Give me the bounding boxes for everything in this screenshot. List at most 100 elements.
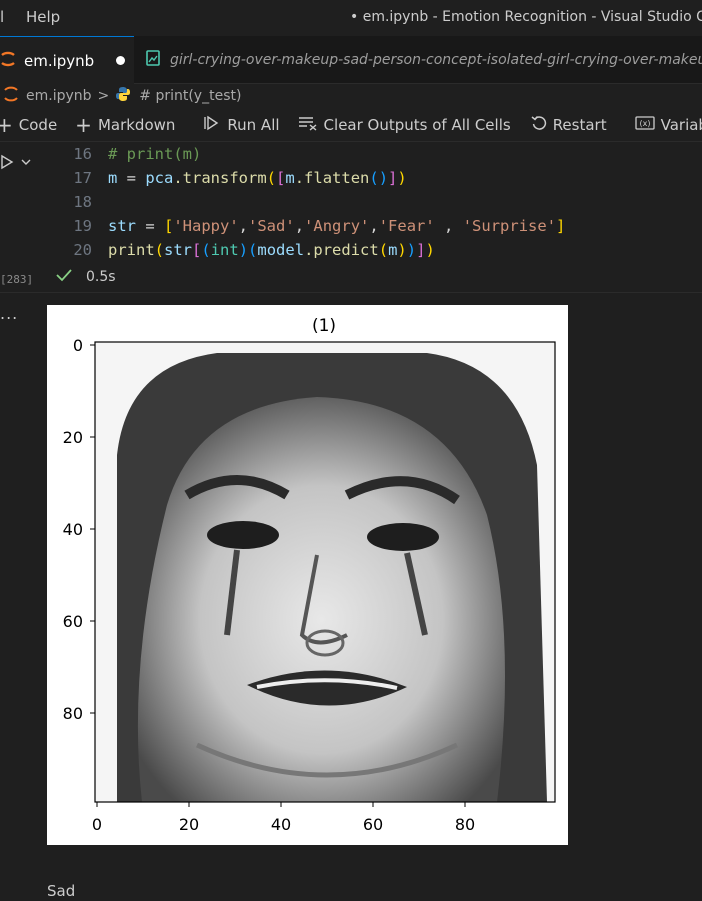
code-bracket: [: [164, 217, 174, 235]
code-token: print: [108, 241, 155, 259]
cell-status: 0.5s: [56, 268, 116, 286]
code-comment: # print(m): [108, 145, 202, 163]
code-cell[interactable]: 16 # print(m) 17 m = pca.transform([m.flat…: [40, 142, 702, 292]
line-number: 19: [73, 217, 92, 235]
tab-em-ipynb[interactable]: em.ipynb: [0, 36, 134, 84]
svg-text:(x): (x): [639, 119, 650, 128]
code-bracket: ]: [556, 217, 566, 235]
image-file-icon: [146, 50, 160, 70]
code-string: 'Surprise': [462, 217, 557, 235]
code-string: 'Happy': [173, 217, 239, 235]
clear-all-icon: [298, 115, 318, 135]
line-number: 17: [73, 169, 92, 187]
run-cell-icon[interactable]: [0, 154, 34, 174]
output-more-icon[interactable]: ...: [0, 304, 18, 323]
code-paren: (: [248, 241, 258, 259]
code-paren: ): [397, 241, 407, 259]
jupyter-icon: [4, 86, 18, 106]
variables-button[interactable]: (x) Variables: [634, 115, 702, 135]
tab-image-preview[interactable]: girl-crying-over-makeup-sad-person-conce…: [146, 36, 702, 84]
menu-item-help[interactable]: Help: [26, 8, 60, 26]
code-token: m: [108, 169, 118, 187]
code-string: 'Angry': [304, 217, 370, 235]
y-tick-label: 80: [63, 704, 83, 723]
breadcrumb-separator: >: [97, 88, 110, 104]
line-number: 18: [73, 193, 92, 211]
tab-label: girl-crying-over-makeup-sad-person-conce…: [170, 52, 702, 68]
figure-title: (1): [312, 316, 336, 336]
code-token: ,: [369, 217, 379, 235]
code-paren: ): [406, 241, 417, 259]
breadcrumb-file[interactable]: em.ipynb: [26, 88, 92, 104]
cell-gutter: [283]: [0, 142, 40, 302]
variables-label: Variables: [660, 115, 702, 134]
code-token: model: [257, 241, 305, 259]
y-tick-label: 20: [63, 428, 83, 447]
line-number: 20: [73, 241, 92, 259]
code-paren: ): [238, 241, 249, 259]
code-token: =: [136, 217, 164, 235]
add-markdown-button[interactable]: + Markdown: [75, 115, 175, 135]
clear-outputs-button[interactable]: Clear Outputs of All Cells: [298, 115, 511, 135]
breadcrumb-cell[interactable]: # print(y_test): [139, 88, 241, 104]
printed-output: Sad: [47, 882, 76, 900]
y-tick-label: 60: [63, 612, 83, 631]
run-all-button[interactable]: Run All: [203, 115, 280, 135]
y-axis: 0 20 40 60 80: [63, 336, 95, 723]
code-line: 17 m = pca.transform([m.flatten()]): [40, 166, 407, 190]
code-paren: (: [154, 241, 165, 259]
plus-icon: +: [75, 112, 92, 137]
output-figure: (1) 0 20 40 60 80 0 20 40 60 80: [47, 305, 568, 845]
tab-label: em.ipynb: [24, 51, 95, 70]
x-tick-label: 80: [455, 815, 475, 834]
image-plot: (1) 0 20 40 60 80 0 20 40 60 80: [63, 316, 556, 834]
notebook-toolbar: + Code + Markdown Run All Clear Outputs …: [0, 108, 702, 142]
modified-dot-icon[interactable]: [116, 56, 126, 65]
execution-count: [283]: [0, 273, 34, 286]
code-token: m: [285, 169, 295, 187]
restart-icon: [531, 115, 547, 135]
code-paren: (): [369, 169, 389, 187]
checkmark-icon: [56, 268, 72, 286]
code-line: 18: [40, 190, 108, 214]
x-tick-label: 20: [179, 815, 199, 834]
code-paren: (: [378, 241, 389, 259]
code-token: str: [164, 241, 193, 259]
code-paren: (: [201, 241, 211, 259]
add-markdown-label: Markdown: [97, 115, 176, 134]
code-line: 16 # print(m): [40, 142, 201, 166]
python-icon: [115, 86, 131, 106]
code-token: str: [108, 217, 136, 235]
code-paren: ): [425, 241, 435, 259]
variables-icon: (x): [634, 115, 655, 135]
menu-item-terminal-partial[interactable]: l: [0, 8, 4, 26]
x-tick-label: 60: [363, 815, 383, 834]
execution-time: 0.5s: [86, 269, 116, 285]
code-line: 20 print(str[(int)(model.predict(m))]): [40, 238, 435, 262]
code-paren: ): [397, 169, 407, 187]
y-tick-label: 40: [63, 520, 83, 539]
window-title: • em.ipynb - Emotion Recognition - Visua…: [350, 9, 702, 25]
line-number: 16: [73, 145, 92, 163]
code-token: ,: [294, 217, 305, 235]
code-bracket: [: [276, 169, 286, 187]
code-token: int: [210, 241, 239, 259]
code-paren: (: [266, 169, 277, 187]
code-bracket: [: [192, 241, 202, 259]
code-string: 'Fear': [378, 217, 435, 235]
code-token: m: [388, 241, 398, 259]
y-tick-label: 0: [73, 336, 83, 355]
code-line: 19 str = ['Happy','Sad','Angry','Fear' , …: [40, 214, 565, 238]
restart-label: Restart: [552, 115, 607, 134]
restart-button[interactable]: Restart: [531, 115, 607, 135]
clear-outputs-label: Clear Outputs of All Cells: [323, 115, 511, 134]
run-all-label: Run All: [227, 115, 280, 134]
add-code-button[interactable]: + Code: [0, 115, 57, 135]
code-string: 'Sad': [248, 217, 295, 235]
cell-divider: [0, 292, 702, 293]
code-token: ,: [238, 217, 249, 235]
plus-icon: +: [0, 112, 13, 137]
code-token: .transform: [173, 169, 267, 187]
code-token: =: [117, 169, 146, 187]
jupyter-icon: [0, 50, 16, 72]
